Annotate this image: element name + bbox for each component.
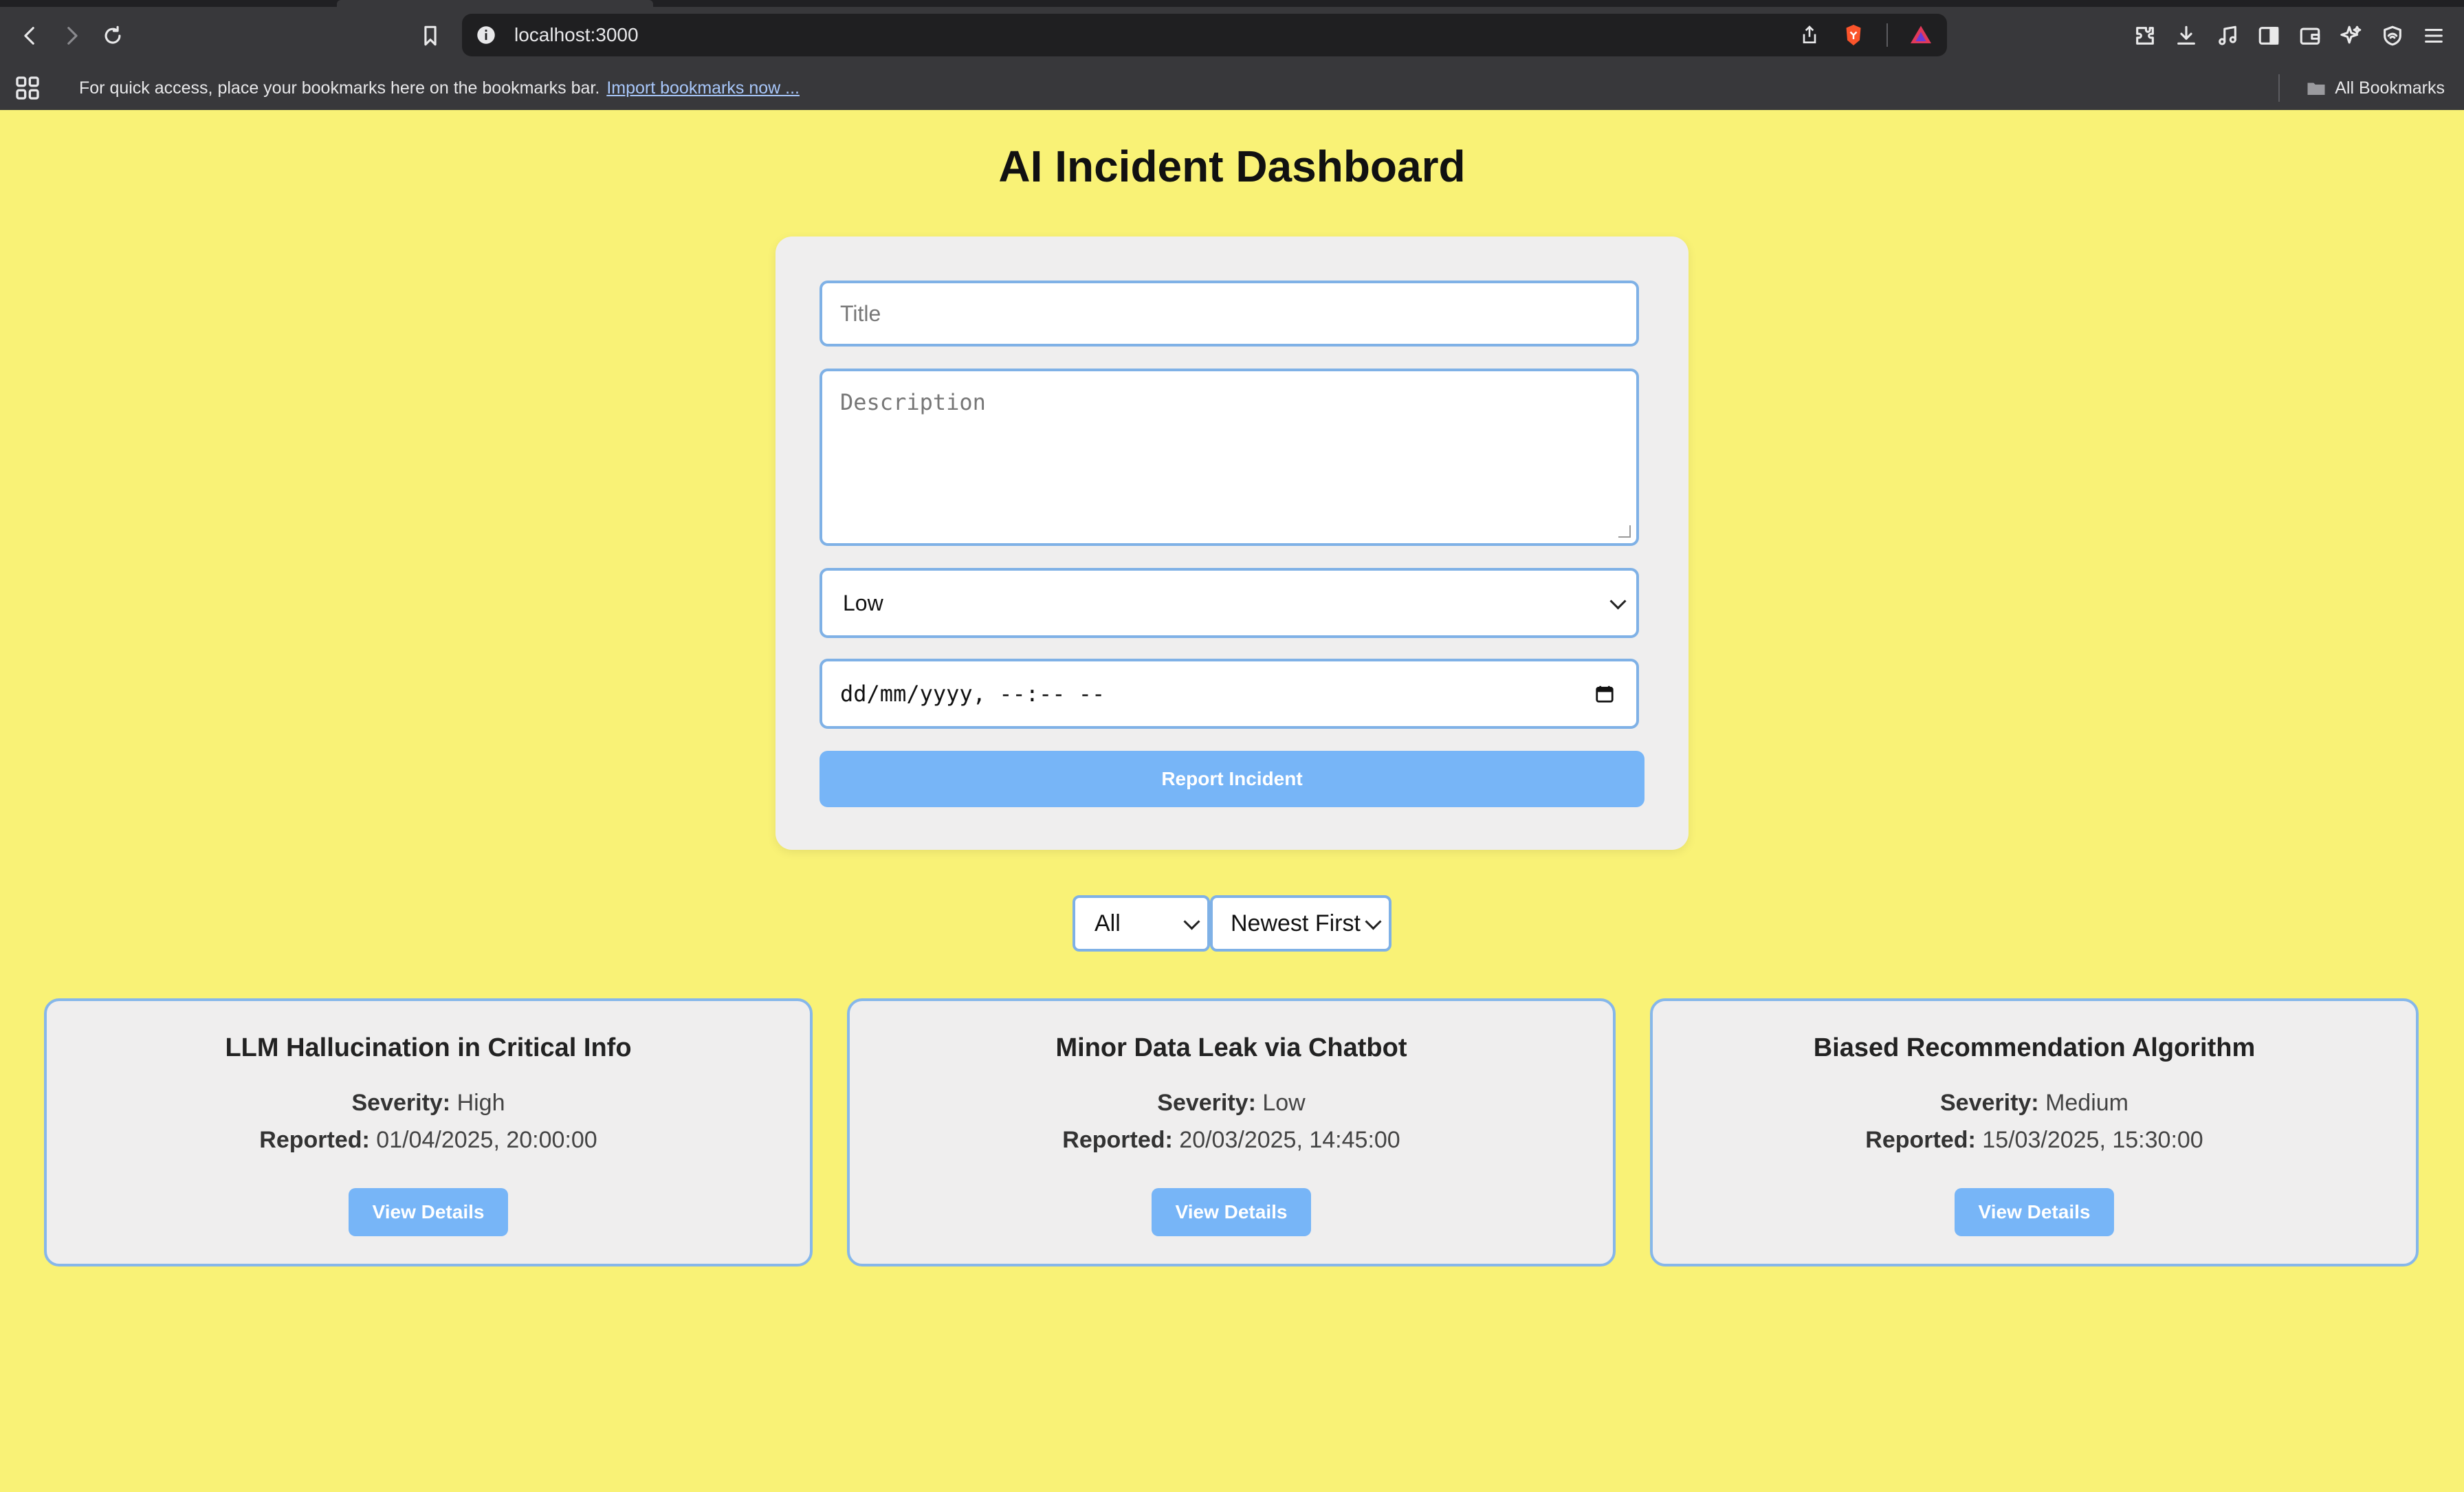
vpn-icon[interactable] <box>2375 18 2410 54</box>
folder-icon <box>2307 83 2325 95</box>
page-title: AI Incident Dashboard <box>998 142 1466 191</box>
brave-shields-icon[interactable] <box>1841 23 1866 47</box>
reload-icon[interactable] <box>95 18 131 54</box>
view-details-button[interactable]: View Details <box>349 1188 508 1236</box>
reported-value: 01/04/2025, 20:00:00 <box>376 1127 597 1153</box>
extensions-icon[interactable] <box>2127 18 2163 54</box>
severity-select-value: Low <box>843 591 883 615</box>
downloads-icon[interactable] <box>2168 18 2204 54</box>
forward-icon[interactable] <box>54 18 89 54</box>
incident-reported: Reported: 20/03/2025, 14:45:00 <box>850 1125 1613 1155</box>
sort-order-select[interactable]: Newest First <box>1210 895 1392 952</box>
reported-label: Reported: <box>259 1127 370 1153</box>
site-info-icon[interactable] <box>474 23 498 47</box>
bookmarks-bar: For quick access, place your bookmarks h… <box>0 66 2464 110</box>
leo-ai-icon[interactable] <box>2333 18 2369 54</box>
severity-filter-value: All <box>1094 910 1121 936</box>
active-tab[interactable] <box>337 0 653 7</box>
share-icon[interactable] <box>1798 24 1820 46</box>
severity-value: High <box>456 1090 505 1116</box>
description-placeholder: Description <box>840 389 986 415</box>
menu-icon[interactable] <box>2416 18 2452 54</box>
omnibox-divider <box>1886 23 1888 47</box>
reported-value: 20/03/2025, 14:45:00 <box>1179 1127 1400 1153</box>
reported-label: Reported: <box>1865 1127 1976 1153</box>
incident-severity: Severity: Medium <box>1653 1088 2416 1118</box>
incident-card: Minor Data Leak via Chatbot Severity: Lo… <box>847 998 1616 1266</box>
severity-filter-select[interactable]: All <box>1072 895 1210 952</box>
incident-title: Minor Data Leak via Chatbot <box>1055 1033 1407 1062</box>
severity-label: Severity: <box>351 1090 451 1116</box>
wallet-icon[interactable] <box>2292 18 2328 54</box>
bookmarks-hint-text: For quick access, place your bookmarks h… <box>79 78 600 98</box>
severity-value: Medium <box>2045 1090 2129 1116</box>
bookmarks-divider <box>2278 74 2280 102</box>
report-incident-form: Title Description Low dd/mm/yyyy, --:-- … <box>776 237 1688 850</box>
title-input[interactable]: Title <box>820 281 1639 347</box>
browser-chrome: localhost:3000 For quick access, place y… <box>0 0 2464 110</box>
reported-value: 15/03/2025, 15:30:00 <box>1982 1127 2203 1153</box>
reported-label: Reported: <box>1062 1127 1173 1153</box>
browser-toolbar: localhost:3000 <box>0 7 2464 66</box>
incident-title: Biased Recommendation Algorithm <box>1813 1033 2256 1062</box>
severity-label: Severity: <box>1939 1090 2039 1116</box>
tab-strip <box>0 0 2464 7</box>
incident-reported: Reported: 01/04/2025, 20:00:00 <box>47 1125 810 1155</box>
sidebar-icon[interactable] <box>2251 18 2287 54</box>
title-placeholder: Title <box>840 301 881 326</box>
bookmark-icon[interactable] <box>412 18 448 54</box>
chevron-down-icon <box>1365 913 1382 930</box>
all-bookmarks-label: All Bookmarks <box>2335 78 2445 98</box>
severity-label: Severity: <box>1157 1090 1256 1116</box>
datetime-placeholder: dd/mm/yyyy, --:-- -- <box>840 681 1106 707</box>
severity-select[interactable]: Low <box>820 568 1639 638</box>
chevron-down-icon <box>1183 913 1200 930</box>
sort-order-value: Newest First <box>1231 910 1361 936</box>
incident-card: Biased Recommendation Algorithm Severity… <box>1650 998 2419 1266</box>
incident-reported: Reported: 15/03/2025, 15:30:00 <box>1653 1125 2416 1155</box>
report-incident-button[interactable]: Report Incident <box>820 751 1644 807</box>
media-icon[interactable] <box>2210 18 2245 54</box>
bookmarks-hint: For quick access, place your bookmarks h… <box>79 66 800 110</box>
back-icon[interactable] <box>12 18 48 54</box>
resize-handle-icon[interactable] <box>1618 525 1631 538</box>
url-text[interactable]: localhost:3000 <box>514 14 639 56</box>
chevron-down-icon <box>1609 593 1627 610</box>
import-bookmarks-link[interactable]: Import bookmarks now ... <box>606 78 800 98</box>
apps-grid-icon[interactable] <box>14 74 41 102</box>
calendar-icon[interactable] <box>1594 683 1616 704</box>
all-bookmarks-button[interactable]: All Bookmarks <box>2306 66 2445 110</box>
address-bar[interactable]: localhost:3000 <box>462 14 1947 56</box>
incident-title: LLM Hallucination in Critical Info <box>225 1033 632 1062</box>
severity-value: Low <box>1262 1090 1306 1116</box>
incident-card: LLM Hallucination in Critical Info Sever… <box>44 998 813 1266</box>
view-details-button[interactable]: View Details <box>1152 1188 1311 1236</box>
incident-severity: Severity: High <box>47 1088 810 1118</box>
description-textarea[interactable]: Description <box>820 369 1639 546</box>
brave-rewards-icon[interactable] <box>1908 23 1933 47</box>
datetime-input[interactable]: dd/mm/yyyy, --:-- -- <box>820 659 1639 729</box>
incident-severity: Severity: Low <box>850 1088 1613 1118</box>
view-details-button[interactable]: View Details <box>1955 1188 2114 1236</box>
